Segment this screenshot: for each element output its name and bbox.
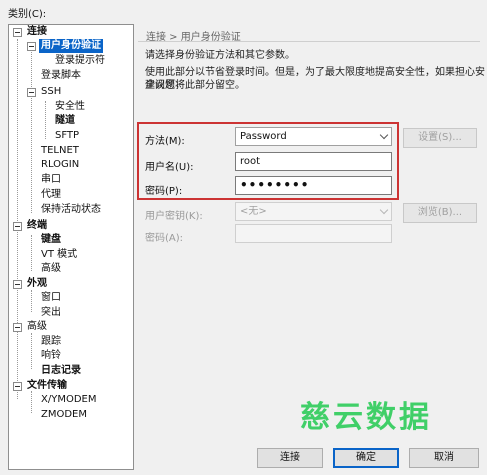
tree-guide-line: [17, 39, 18, 399]
browse-button[interactable]: 浏览(B)...: [403, 203, 477, 223]
tree-item-keyboard[interactable]: 键盘: [39, 233, 63, 247]
method-value: Password: [240, 131, 287, 142]
collapse-icon[interactable]: [13, 382, 22, 391]
settings-button[interactable]: 设置(S)...: [403, 128, 477, 148]
tree-item-connection[interactable]: 连接: [25, 25, 49, 39]
tree-item-user-auth[interactable]: 用户身份验证: [39, 39, 103, 53]
collapse-icon[interactable]: [13, 323, 22, 332]
chevron-down-icon: [379, 130, 389, 140]
user-key-label: 用户密钥(K):: [145, 211, 203, 222]
category-label: 类别(C):: [8, 9, 47, 20]
method-select[interactable]: Password: [235, 127, 392, 146]
passphrase-label: 密码(A):: [145, 233, 184, 244]
collapse-icon[interactable]: [13, 222, 22, 231]
collapse-icon[interactable]: [27, 42, 36, 51]
tree-item-bell[interactable]: 响铃: [39, 349, 63, 363]
collapse-icon[interactable]: [27, 88, 36, 97]
tree-item-login-prompts[interactable]: 登录提示符: [53, 54, 107, 68]
category-tree[interactable]: 连接 用户身份验证 登录提示符 登录脚本 SSH 安全性 隧道 SFTP TEL…: [8, 24, 134, 470]
tree-item-login-script[interactable]: 登录脚本: [39, 69, 83, 83]
tree-guide-line: [31, 391, 32, 413]
tree-guide-line: [31, 290, 32, 312]
tree-item-keepalive[interactable]: 保持活动状态: [39, 203, 103, 217]
password-input[interactable]: ••••••••: [235, 176, 392, 195]
tree-item-file-transfer[interactable]: 文件传输: [25, 379, 69, 393]
tree-item-window[interactable]: 窗口: [39, 291, 63, 305]
tree-item-sftp[interactable]: SFTP: [53, 129, 81, 143]
passphrase-input[interactable]: [235, 224, 392, 243]
tree-guide-line: [31, 333, 32, 369]
tree-guide-line: [45, 101, 46, 139]
tree-item-appearance[interactable]: 外观: [25, 277, 49, 291]
header-divider: [138, 41, 480, 42]
username-label: 用户名(U):: [145, 162, 194, 173]
username-input[interactable]: root: [235, 152, 392, 171]
tree-item-ssh[interactable]: SSH: [39, 85, 63, 99]
tree-guide-line: [31, 47, 32, 213]
collapse-icon[interactable]: [13, 28, 22, 37]
collapse-icon[interactable]: [13, 280, 22, 289]
tree-item-proxy[interactable]: 代理: [39, 188, 63, 202]
password-label: 密码(P):: [145, 186, 183, 197]
connect-button[interactable]: 连接: [257, 448, 323, 468]
tree-item-tunnel[interactable]: 隧道: [53, 114, 77, 128]
tree-item-security[interactable]: 安全性: [53, 100, 87, 114]
tree-item-advanced[interactable]: 高级: [25, 320, 49, 334]
chevron-down-icon: [379, 205, 389, 215]
tree-item-vt-mode[interactable]: VT 模式: [39, 248, 79, 262]
tree-item-telnet[interactable]: TELNET: [39, 144, 81, 158]
cancel-button[interactable]: 取消: [409, 448, 479, 468]
tree-item-serial[interactable]: 串口: [39, 173, 63, 187]
description-line: 建议您将此部分留空。: [145, 80, 245, 91]
watermark-logo: 慈云数据: [300, 400, 432, 435]
tree-item-highlight[interactable]: 突出: [39, 306, 63, 320]
tree-guide-line: [31, 235, 32, 271]
tree-item-terminal-advanced[interactable]: 高级: [39, 262, 63, 276]
user-key-value: <无>: [240, 206, 267, 217]
tree-item-terminal[interactable]: 终端: [25, 219, 49, 233]
ok-button[interactable]: 确定: [333, 448, 399, 468]
method-label: 方法(M):: [145, 136, 185, 147]
user-key-select[interactable]: <无>: [235, 202, 392, 221]
tree-item-xymodem[interactable]: X/YMODEM: [39, 393, 98, 407]
tree-item-trace[interactable]: 跟踪: [39, 335, 63, 349]
tree-item-rlogin[interactable]: RLOGIN: [39, 158, 81, 172]
tree-item-zmodem[interactable]: ZMODEM: [39, 408, 89, 422]
tree-item-logging[interactable]: 日志记录: [39, 364, 83, 378]
description-line: 请选择身份验证方法和其它参数。: [145, 50, 295, 61]
